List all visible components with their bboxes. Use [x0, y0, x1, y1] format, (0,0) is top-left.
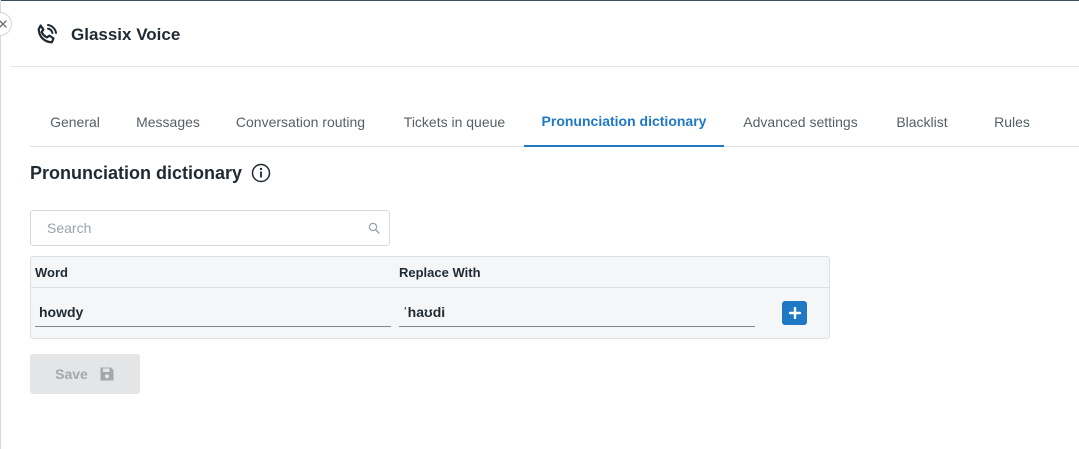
dictionary-table: Word Replace With: [30, 256, 830, 339]
page-header: Glassix Voice: [10, 0, 1079, 67]
search-box: [30, 210, 390, 246]
tab-pronunciation-dictionary[interactable]: Pronunciation dictionary: [524, 96, 724, 147]
table-header: Word Replace With: [31, 257, 829, 288]
section-title: Pronunciation dictionary: [30, 163, 243, 183]
replace-with-input[interactable]: [399, 297, 755, 327]
tab-general[interactable]: General: [30, 96, 120, 147]
phone-icon: [37, 24, 57, 44]
search-input[interactable]: [31, 211, 351, 245]
column-header-word: Word: [35, 265, 68, 280]
tab-advanced-settings[interactable]: Advanced settings: [724, 96, 877, 147]
settings-tabs: General Messages Conversation routing Ti…: [30, 96, 1079, 147]
tab-messages[interactable]: Messages: [120, 96, 216, 147]
left-border: [0, 0, 1, 449]
plus-icon: [788, 307, 801, 319]
tab-tickets-in-queue[interactable]: Tickets in queue: [385, 96, 524, 147]
floppy-disk-icon: [100, 367, 114, 381]
save-button-label: Save: [55, 366, 88, 382]
close-icon: [0, 20, 7, 28]
info-icon[interactable]: [251, 163, 271, 183]
save-button[interactable]: Save: [30, 354, 140, 394]
column-header-replace-with: Replace With: [399, 265, 481, 280]
app-title: Glassix Voice: [71, 25, 181, 44]
tab-blacklist[interactable]: Blacklist: [877, 96, 967, 147]
search-icon: [368, 222, 380, 234]
word-input[interactable]: [35, 297, 391, 327]
add-row-button[interactable]: [782, 301, 807, 325]
tab-conversation-routing[interactable]: Conversation routing: [216, 96, 385, 147]
tab-rules[interactable]: Rules: [967, 96, 1057, 147]
